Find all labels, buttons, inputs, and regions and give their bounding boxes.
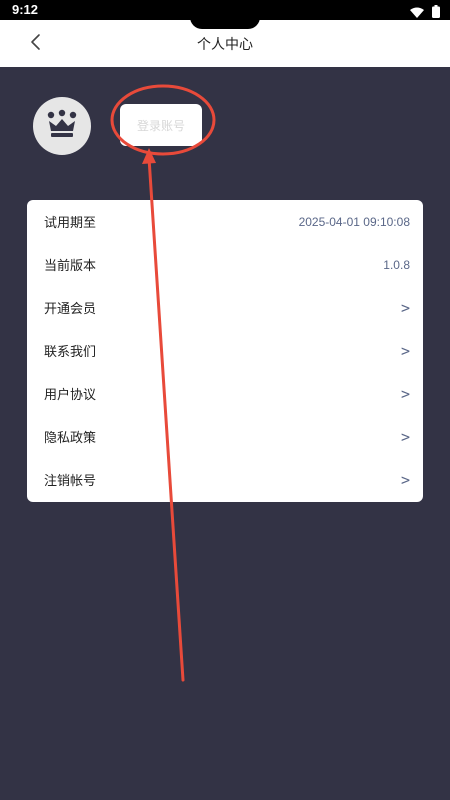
settings-card: 试用期至 2025-04-01 09:10:08 当前版本 1.0.8 开通会员… bbox=[27, 200, 423, 502]
page-title: 个人中心 bbox=[197, 37, 253, 53]
row-current-version: 当前版本 1.0.8 bbox=[27, 243, 423, 286]
version-value: 1.0.8 bbox=[383, 257, 410, 272]
row-label: 当前版本 bbox=[44, 259, 97, 274]
status-time: 9:12 bbox=[12, 2, 39, 17]
row-label: 用户协议 bbox=[44, 388, 97, 403]
chevron-right-icon: > bbox=[400, 298, 410, 317]
chevron-right-icon: > bbox=[400, 341, 410, 360]
chevron-right-icon: > bbox=[400, 470, 410, 489]
row-user-agreement[interactable]: 用户协议 > bbox=[27, 372, 423, 415]
annotation-arrowhead bbox=[142, 148, 156, 164]
row-privacy-policy[interactable]: 隐私政策 > bbox=[27, 415, 423, 458]
row-contact-us[interactable]: 联系我们 > bbox=[27, 329, 423, 372]
crown-icon bbox=[45, 109, 79, 143]
chevron-right-icon: > bbox=[400, 384, 410, 403]
avatar[interactable] bbox=[33, 97, 91, 155]
row-label: 试用期至 bbox=[44, 216, 97, 231]
login-button[interactable]: 登录账号 bbox=[120, 104, 202, 146]
row-trial-expiry: 试用期至 2025-04-01 09:10:08 bbox=[27, 200, 423, 243]
row-delete-account[interactable]: 注销帐号 > bbox=[27, 458, 423, 501]
row-label: 注销帐号 bbox=[44, 474, 97, 489]
row-label: 开通会员 bbox=[44, 302, 97, 317]
camera-cutout bbox=[190, 5, 260, 29]
row-label: 隐私政策 bbox=[44, 431, 97, 446]
row-label: 联系我们 bbox=[44, 345, 97, 360]
row-open-membership[interactable]: 开通会员 > bbox=[27, 286, 423, 329]
chevron-right-icon: > bbox=[400, 427, 410, 446]
trial-expiry-value: 2025-04-01 09:10:08 bbox=[298, 214, 410, 229]
